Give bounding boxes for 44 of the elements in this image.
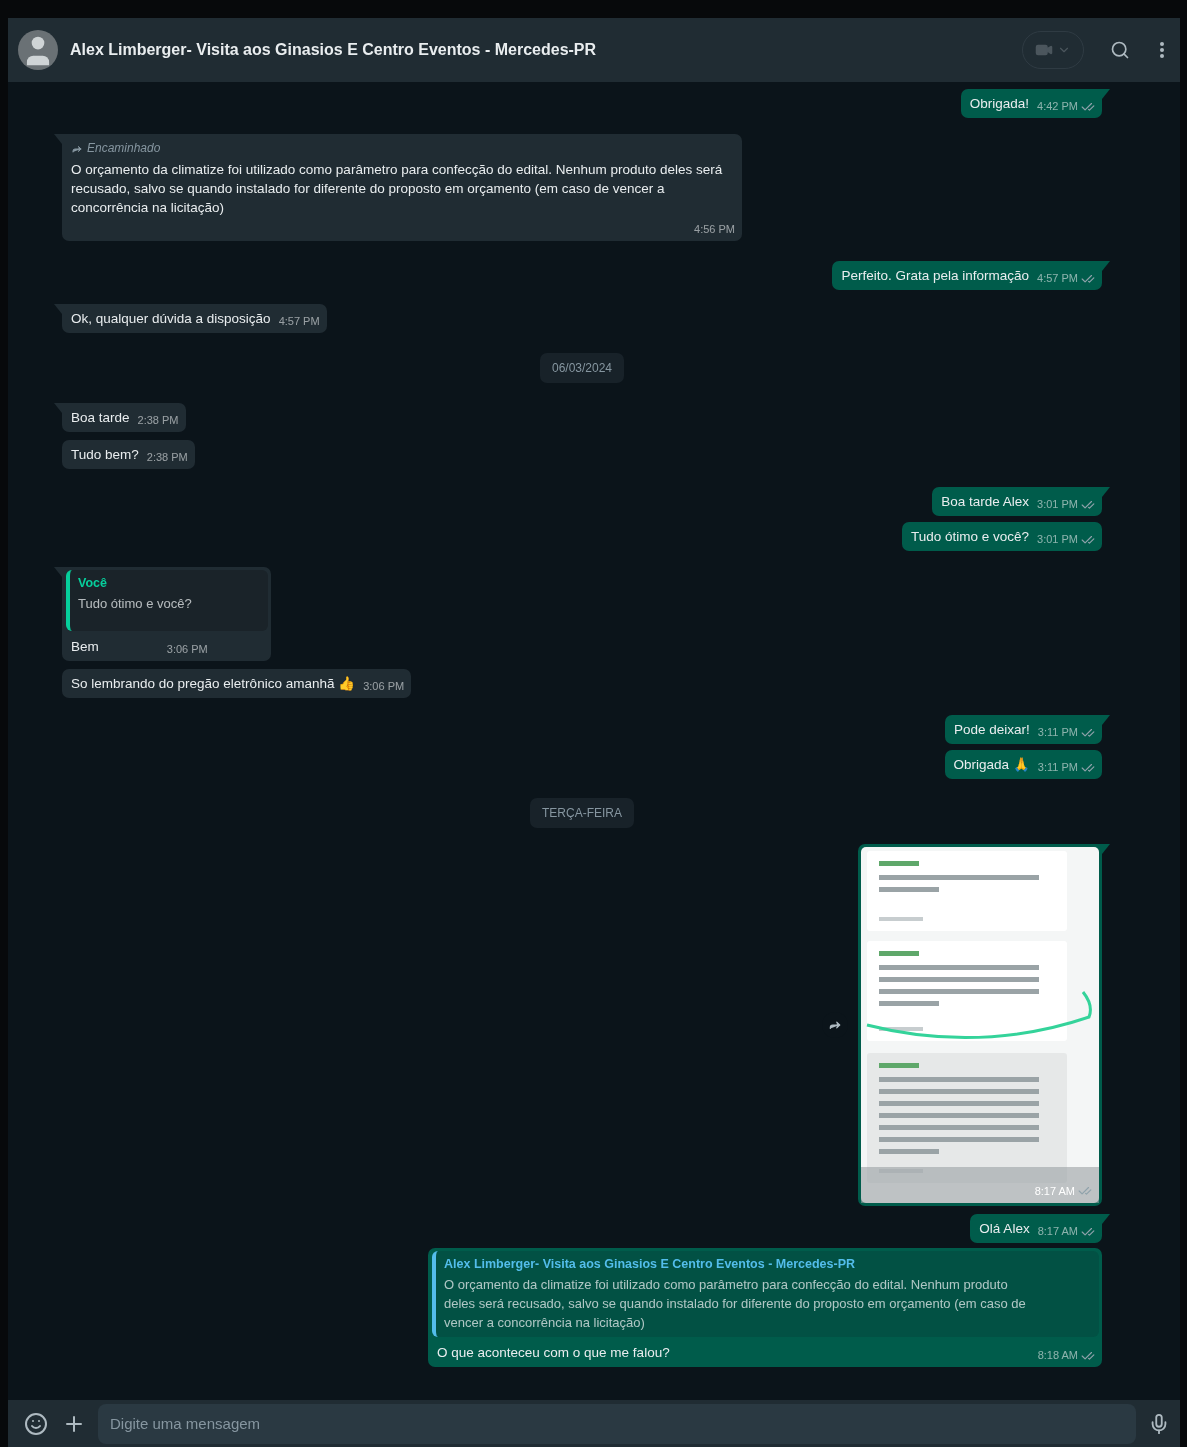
menu-icon <box>1160 42 1164 58</box>
message-text: Pode deixar! <box>954 721 1030 739</box>
quote-text: Tudo ótimo e você? <box>78 595 193 613</box>
smiley-icon <box>24 1411 48 1436</box>
message-text: Boa tarde Alex <box>941 493 1030 511</box>
quote-author: Você <box>78 575 108 592</box>
message-text: Boa tarde <box>71 409 130 427</box>
message-time: 4:57 PM <box>1037 271 1078 286</box>
message-text: Obrigada 🙏 <box>953 756 1030 774</box>
message-time: 3:01 PM <box>1037 532 1078 547</box>
message-text: Tudo bem? <box>71 446 139 464</box>
message-time: 3:11 PM <box>1037 760 1078 775</box>
message-time: 8:18 AM <box>1037 1348 1078 1363</box>
message-text: Perfeito. Grata pela informação <box>841 267 1030 285</box>
message-text: Obrigada! <box>969 95 1030 113</box>
search-icon <box>1110 40 1130 60</box>
message-time: 4:56 PM <box>694 222 735 237</box>
message-time: 3:06 PM <box>363 679 405 694</box>
message-input[interactable]: Digite uma mensagem <box>98 1403 1136 1444</box>
message-time: 2:38 PM <box>146 450 188 465</box>
message-time: 3:01 PM <box>1037 497 1078 512</box>
message-time: 4:57 PM <box>278 314 320 329</box>
quote-text: O orçamento da climatize foi utilizado como parâmetro para confecção do edital. Nenhum produto deles será recusado, salvo se quando instalado for diferente do proposto em orçamento (em caso de vencer a concorrência na licitação) <box>444 1276 1027 1332</box>
message-time: 3:06 PM <box>166 642 208 657</box>
double-check-icon <box>1078 1184 1092 1198</box>
message-time: 2:38 PM <box>137 413 179 428</box>
message-text: Ok, qualquer dúvida a disposição <box>71 310 271 328</box>
message-text: O orçamento da climatize foi utilizado como parâmetro para confecção do edital. Nenhum produto deles será recusado, salvo se quando instalado for diferente do proposto em orçamento (em caso de vencer a concorrência na licitação) <box>71 162 723 215</box>
message-text: Tudo ótimo e você? <box>910 528 1030 546</box>
avatar-icon[interactable] <box>18 30 58 70</box>
message-text: O que aconteceu com o que me falou? <box>437 1344 670 1362</box>
message-time: 8:17 AM <box>1037 1224 1078 1239</box>
message-text: Olá Alex <box>979 1220 1030 1238</box>
share-arrow-icon <box>828 1018 842 1032</box>
quoted-message[interactable] <box>432 1251 1099 1337</box>
quoted-message[interactable]: Você Tudo ótimo e você? <box>66 570 268 631</box>
message-text: So lembrando do pregão eletrônico amanhã 👍 <box>71 675 356 693</box>
forwarded-label: Encaminhado <box>87 140 161 157</box>
message-text: Bem <box>71 638 99 656</box>
quote-author: Alex Limberger- Visita aos Ginasios E Centro Eventos - Mercedes-PR <box>444 1256 856 1273</box>
message-time: 4:42 PM <box>1037 99 1078 114</box>
message-time: 8:17 AM <box>1034 1185 1075 1197</box>
chat-title: Alex Limberger- Visita aos Ginasios E Centro Eventos - Mercedes-PR <box>70 41 598 59</box>
message-time: 3:11 PM <box>1037 725 1078 740</box>
